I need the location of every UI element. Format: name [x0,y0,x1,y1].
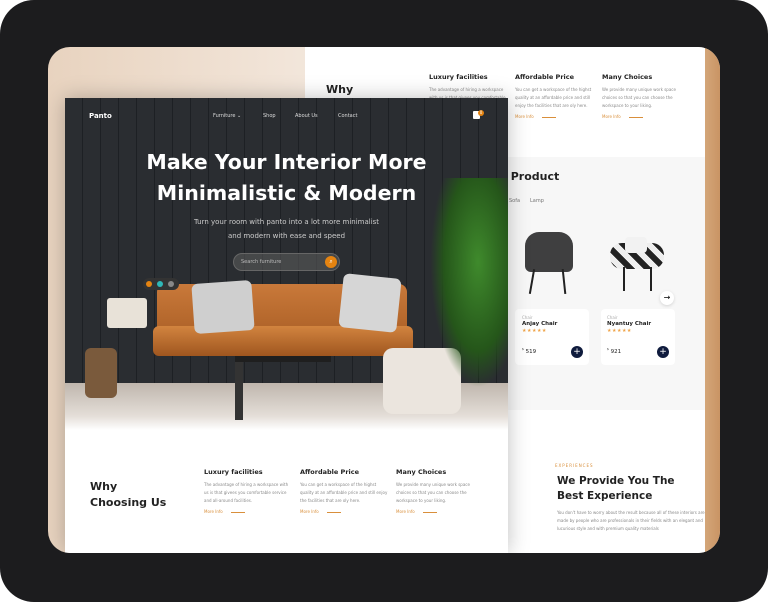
feature-choices: Many Choices We provide many unique work… [602,73,684,119]
feature-text: You can get a workspace of the highst qu… [515,87,592,108]
tab-sofa[interactable]: Sofa [509,198,520,204]
product-category: Chair [522,315,533,320]
color-swatch-orange[interactable] [146,281,152,287]
feature-text: You can get a workspace of the highst qu… [300,482,388,503]
lamp [107,298,147,328]
experience-text: You don't have to worry about the result… [557,510,705,531]
chair-leg [623,267,625,291]
title-line: Best Experience [557,490,653,502]
chair-leg [528,269,536,294]
color-swatch-teal[interactable] [157,281,163,287]
feature-price: Affordable Price You can get a workspace… [515,73,597,119]
decor-strip [704,47,720,553]
title-line: We Provide You The [557,475,675,487]
feature-text: We provide many unique work space choice… [602,87,676,108]
feature-text: We provide many unique work space choice… [396,482,470,503]
tab-lamp[interactable]: Lamp [530,198,544,204]
product-card[interactable]: Chair Anjay Chair ★★★★★ $ 519 + [515,309,589,365]
color-swatch-gray[interactable] [168,281,174,287]
feature-text: The advantage of hiring a workspace with… [204,482,289,503]
product-price: 921 [610,348,622,355]
chevron-down-icon: ⌄ [237,113,242,119]
more-info-link[interactable]: More Info [204,509,292,514]
logo[interactable]: Panto [89,112,112,120]
color-picker[interactable] [143,278,179,290]
heading-line: Why [90,480,118,493]
pillow [191,279,255,335]
nav-about[interactable]: About Us [295,113,318,119]
feature-title: Many Choices [396,468,447,476]
rating-stars: ★★★★★ [607,328,632,334]
why-choosing-heading: Why Choosing Us [90,479,166,511]
nav-furniture[interactable]: Furniture ⌄ [213,113,241,119]
why-heading: Why [326,83,354,96]
feature-title: Affordable Price [515,73,575,81]
product-price: 519 [525,348,537,355]
add-to-cart-button[interactable]: + [657,346,669,358]
product-name: Nyantuy Chair [607,321,652,327]
feature-title: Luxury facilities [204,468,263,476]
side-table [85,348,117,398]
feature-choices: Many Choices We provide many unique work… [396,468,484,514]
feature-luxury: Luxury facilities The advantage of hirin… [204,468,292,514]
pillow [625,237,647,253]
chair-leg [561,268,567,295]
feature-price: Affordable Price You can get a workspace… [300,468,388,514]
search-input[interactable]: Search furniture [241,259,281,265]
cart-count-badge: 0 [478,110,484,116]
currency: $ [522,347,524,351]
rating-stars: ★★★★★ [522,328,547,334]
device-frame: Why Luxury facilities The advantage of h… [0,0,768,602]
more-info-link[interactable]: More Info [515,114,597,119]
coffee-table [235,356,331,362]
product-name: Anjay Chair [522,321,558,327]
table-leg [235,362,243,420]
search-bar[interactable]: Search furniture ⌕ [233,253,340,271]
search-icon[interactable]: ⌕ [325,256,337,268]
nav-shop[interactable]: Shop [263,113,276,119]
chair-leg [650,267,652,291]
title-line: Make Your Interior More [146,150,427,174]
front-page: Panto Furniture ⌄ Shop About Us Contact … [65,98,508,553]
next-arrow-button[interactable]: → [660,291,674,305]
heading-line: Choosing Us [90,496,167,509]
feature-title: Luxury facilities [429,73,488,81]
chair-image [525,232,573,272]
experiences-label: EXPERIENCES [555,463,594,468]
more-info-link[interactable]: More Info [602,114,684,119]
feature-title: Affordable Price [300,468,360,476]
product-category: Chair [607,315,618,320]
plant-image [430,178,508,388]
experience-title: We Provide You The Best Experience [557,474,675,504]
more-info-link[interactable]: More Info [300,509,388,514]
nav-label: Furniture [213,113,236,119]
feature-title: Many Choices [602,73,653,81]
products-title: g Product [499,170,560,183]
more-info-link[interactable]: More Info [396,509,484,514]
currency: $ [607,347,609,351]
product-card[interactable]: Chair Nyantuy Chair ★★★★★ $ 921 + [601,309,675,365]
pillow [338,273,402,333]
hero-section: Panto Furniture ⌄ Shop About Us Contact … [65,98,508,430]
add-to-cart-button[interactable]: + [571,346,583,358]
showcase-frame: Why Luxury facilities The advantage of h… [48,47,720,553]
nav-contact[interactable]: Contact [338,113,357,119]
